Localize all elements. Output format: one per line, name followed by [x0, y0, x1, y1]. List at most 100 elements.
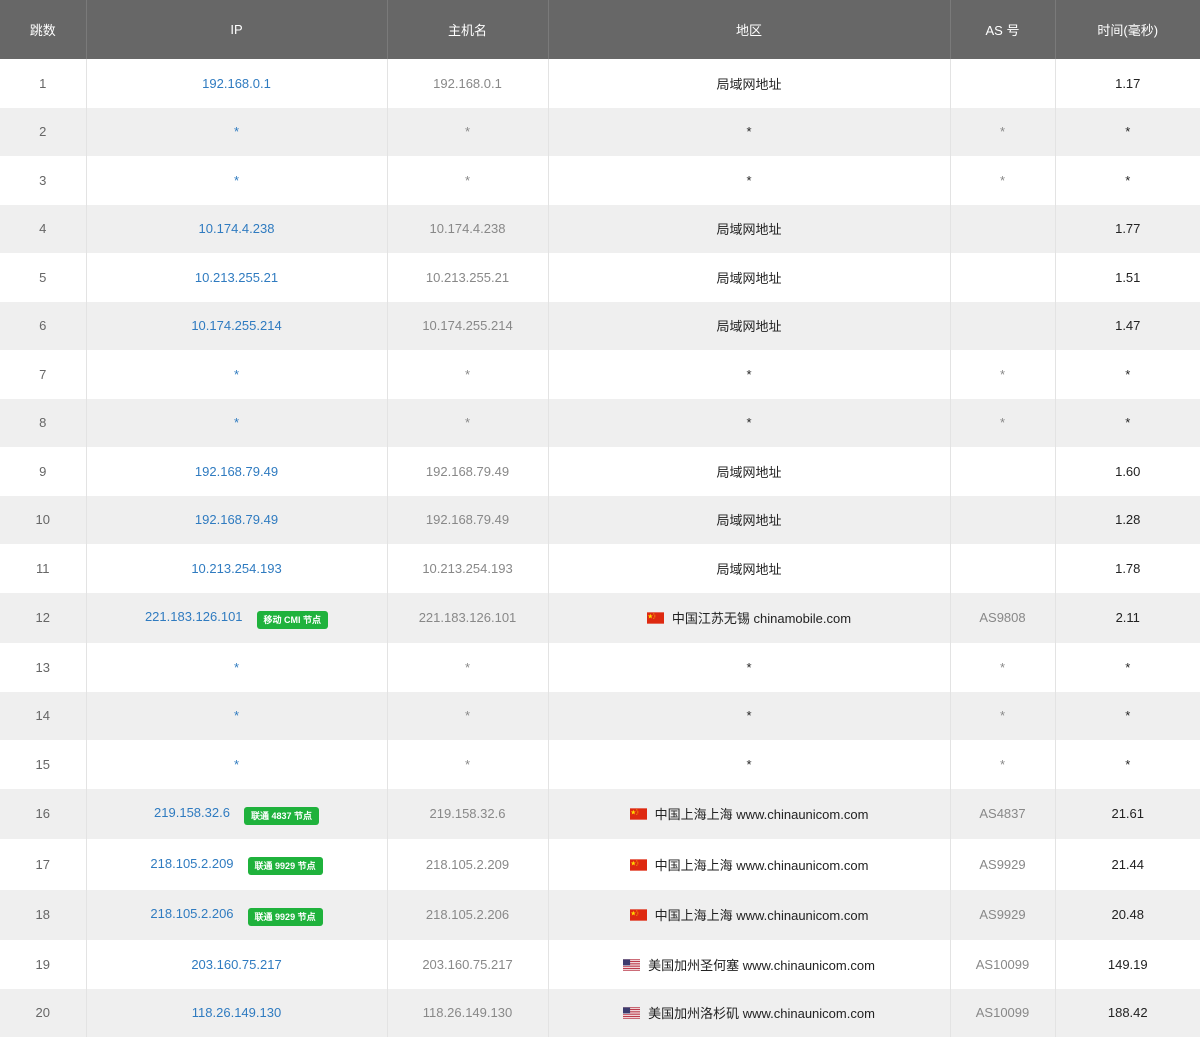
latency-cell: 1.78	[1115, 560, 1141, 576]
hostname-cell: *	[387, 350, 549, 399]
table-row: 18 218.105.2.206 联通 9929 节点 218.105.2.206 中国…	[0, 889, 1200, 940]
region-cell: 中国江苏无锡 chinamobile.com	[548, 592, 951, 643]
region-text: 局域网地址	[716, 319, 782, 335]
column-header-ip: IP	[86, 0, 388, 59]
ip-link[interactable]: 10.213.254.193	[191, 561, 281, 576]
region-cell: *	[548, 740, 951, 789]
table-row: 15 * * * * *	[0, 740, 1200, 789]
ip-link[interactable]: *	[234, 660, 239, 675]
hostname-cell: 203.160.75.217	[387, 940, 549, 989]
table-row: 1 192.168.0.1 192.168.0.1 局域网地址 1.17	[0, 59, 1200, 108]
ip-cell: *	[86, 643, 388, 692]
ip-link[interactable]: *	[234, 124, 239, 139]
ip-cell: *	[86, 350, 388, 399]
hop-cell: 16	[0, 788, 87, 839]
latency-cell: *	[1125, 415, 1131, 431]
as-number-cell	[950, 204, 1056, 253]
hop-cell: 15	[0, 740, 87, 789]
region-text: 中国上海上海 www.chinaunicom.com	[654, 908, 869, 924]
latency-cell: 2.11	[1115, 610, 1140, 626]
traceroute-table: 跳数 IP 主机名 地区 AS 号 时间(毫秒) 1 192.168.0.1 192…	[0, 0, 1200, 1037]
ip-link[interactable]: 203.160.75.217	[191, 957, 281, 972]
ip-cell: 218.105.2.206 联通 9929 节点	[86, 889, 388, 940]
ip-cell: *	[86, 398, 388, 447]
ip-link[interactable]: 192.168.79.49	[195, 464, 278, 479]
ip-link[interactable]: 10.213.255.21	[195, 270, 278, 285]
hop-cell: 9	[0, 447, 87, 496]
table-row: 3 * * * * *	[0, 156, 1200, 205]
hop-cell: 18	[0, 889, 87, 940]
hostname-cell: *	[387, 691, 549, 740]
region-cell: *	[548, 156, 951, 205]
region-text: *	[746, 415, 752, 431]
ip-cell: *	[86, 691, 388, 740]
region-cell: *	[548, 350, 951, 399]
table-body: 1 192.168.0.1 192.168.0.1 局域网地址 1.17 2 * * * * * 3 *…	[0, 59, 1200, 1037]
hop-cell: 20	[0, 988, 87, 1037]
column-header-host: 主机名	[387, 0, 549, 59]
hostname-cell: 192.168.0.1	[387, 59, 549, 108]
hostname-cell: 10.174.255.214	[387, 301, 549, 350]
hop-cell: 14	[0, 691, 87, 740]
latency-cell: 188.42	[1107, 1005, 1148, 1021]
hostname-cell: *	[387, 107, 549, 156]
table-row: 13 * * * * *	[0, 643, 1200, 692]
ip-link[interactable]: 219.158.32.6	[154, 805, 230, 820]
ip-link[interactable]: 221.183.126.101	[145, 609, 243, 624]
hostname-cell: 10.174.4.238	[387, 204, 549, 253]
as-number-cell: AS10099	[950, 988, 1056, 1037]
as-number-cell: AS10099	[950, 940, 1056, 989]
as-number-cell: *	[950, 350, 1056, 399]
hostname-cell: 192.168.79.49	[387, 447, 549, 496]
ip-link[interactable]: *	[234, 367, 239, 382]
ip-link[interactable]: 218.105.2.206	[150, 906, 233, 921]
region-cell: 局域网地址	[548, 495, 951, 544]
region-text: *	[746, 124, 752, 140]
ip-link[interactable]: 218.105.2.209	[150, 856, 233, 871]
region-text: 中国上海上海 www.chinaunicom.com	[654, 857, 869, 873]
region-text: *	[746, 756, 752, 772]
ip-cell: *	[86, 740, 388, 789]
region-text: 美国加州洛杉矶 www.chinaunicom.com	[648, 1006, 875, 1022]
hop-cell: 5	[0, 253, 87, 302]
ip-cell: 10.213.254.193	[86, 544, 388, 593]
as-number-cell: *	[950, 156, 1056, 205]
hop-cell: 13	[0, 643, 87, 692]
ip-link[interactable]: 192.168.0.1	[202, 76, 271, 91]
region-text: 局域网地址	[716, 513, 782, 529]
node-badge: 联通 9929 节点	[247, 907, 323, 926]
region-text: 局域网地址	[716, 270, 782, 286]
us-flag-icon	[623, 959, 641, 971]
ip-link[interactable]: *	[234, 173, 239, 188]
region-text: 局域网地址	[716, 464, 782, 480]
hostname-cell: 219.158.32.6	[387, 788, 549, 839]
ip-link[interactable]: *	[234, 415, 239, 430]
as-number-cell	[950, 495, 1056, 544]
as-number-cell: *	[950, 691, 1056, 740]
ip-cell: 192.168.79.49	[86, 447, 388, 496]
region-text: *	[746, 708, 752, 724]
ip-cell: 219.158.32.6 联通 4837 节点	[86, 788, 388, 839]
table-row: 11 10.213.254.193 10.213.254.193 局域网地址 1.78	[0, 544, 1200, 593]
hostname-cell: 10.213.255.21	[387, 253, 549, 302]
ip-cell: 192.168.0.1	[86, 59, 388, 108]
table-header: 跳数 IP 主机名 地区 AS 号 时间(毫秒)	[0, 0, 1200, 59]
ip-link[interactable]: *	[234, 757, 239, 772]
as-number-cell: *	[950, 398, 1056, 447]
region-text: *	[746, 366, 752, 382]
latency-cell: 1.17	[1115, 75, 1141, 91]
ip-link[interactable]: *	[234, 708, 239, 723]
ip-cell: *	[86, 156, 388, 205]
table-row: 5 10.213.255.21 10.213.255.21 局域网地址 1.51	[0, 253, 1200, 302]
region-text: 中国江苏无锡 chinamobile.com	[671, 611, 852, 627]
ip-link[interactable]: 118.26.149.130	[192, 1005, 281, 1020]
region-cell: *	[548, 398, 951, 447]
ip-link[interactable]: 10.174.255.214	[191, 318, 281, 333]
ip-link[interactable]: 192.168.79.49	[195, 512, 278, 527]
column-header-as: AS 号	[950, 0, 1056, 59]
ip-link[interactable]: 10.174.4.238	[199, 221, 275, 236]
cn-flag-icon	[646, 612, 664, 624]
region-cell: 局域网地址	[548, 59, 951, 108]
table-row: 8 * * * * *	[0, 398, 1200, 447]
table-row: 7 * * * * *	[0, 350, 1200, 399]
